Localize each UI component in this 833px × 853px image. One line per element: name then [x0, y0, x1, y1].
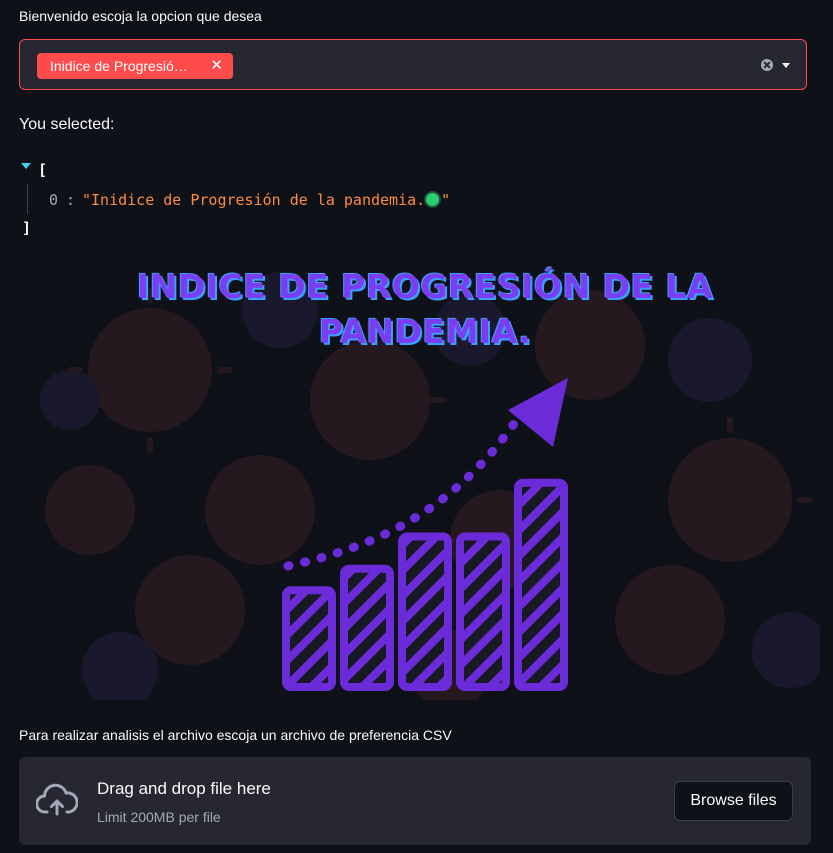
chart-bar-1 — [282, 586, 336, 691]
json-colon: : — [66, 191, 76, 209]
banner-title-line2: PANDEMIA. — [318, 312, 532, 351]
json-open-bracket: [ — [38, 161, 48, 179]
json-item-value: "Inidice de Progresión de la pandemia. " — [82, 191, 450, 209]
pandemic-progression-image: INDICE DE PROGRESIÓN DE LA PANDEMIA. — [30, 250, 820, 700]
dropzone-instructions: Drag and drop file here — [97, 779, 271, 798]
json-item-text: "Inidice de Progresión de la pandemia. — [82, 191, 426, 209]
virus-emoji-icon — [426, 193, 440, 206]
selection-heading: You selected: — [19, 116, 115, 133]
uploader-label: Para realizar analisis el archivo escoja… — [19, 727, 452, 743]
chart-bar-5 — [514, 478, 568, 691]
banner-title-line1: INDICE DE PROGRESIÓN DE LA — [136, 267, 714, 306]
json-indent-guide — [27, 184, 28, 214]
app-page: Bienvenido escoja la opcion que desea In… — [0, 0, 833, 853]
banner-title: INDICE DE PROGRESIÓN DE LA PANDEMIA. — [30, 264, 820, 354]
file-dropzone[interactable]: Drag and drop file here Limit 200MB per … — [19, 757, 811, 845]
file-size-limit: Limit 200MB per file — [97, 809, 221, 825]
selected-option-chip: Inidice de Progresión de la pandemia. ✕ — [37, 53, 233, 79]
json-item-suffix: " — [441, 191, 451, 209]
json-item-index: 0 — [49, 191, 59, 209]
chart-bar-3 — [398, 532, 452, 691]
chart-bar-4 — [456, 532, 510, 691]
option-multiselect[interactable]: Inidice de Progresión de la pandemia. ✕ — [19, 39, 807, 90]
multiselect-label: Bienvenido escoja la opcion que desea — [19, 8, 262, 24]
json-close-bracket: ] — [22, 219, 32, 237]
chip-remove-icon[interactable]: ✕ — [210, 57, 223, 74]
cloud-upload-icon — [36, 783, 78, 816]
browse-files-button[interactable]: Browse files — [674, 781, 793, 821]
clear-icon[interactable] — [761, 59, 773, 71]
chart-bar-2 — [340, 564, 394, 691]
collapse-toggle-icon[interactable] — [21, 163, 31, 169]
chevron-down-icon[interactable] — [782, 63, 790, 68]
bar-chart-graphic — [282, 478, 568, 691]
chip-label: Inidice de Progresión de la pandemia. — [50, 58, 190, 74]
